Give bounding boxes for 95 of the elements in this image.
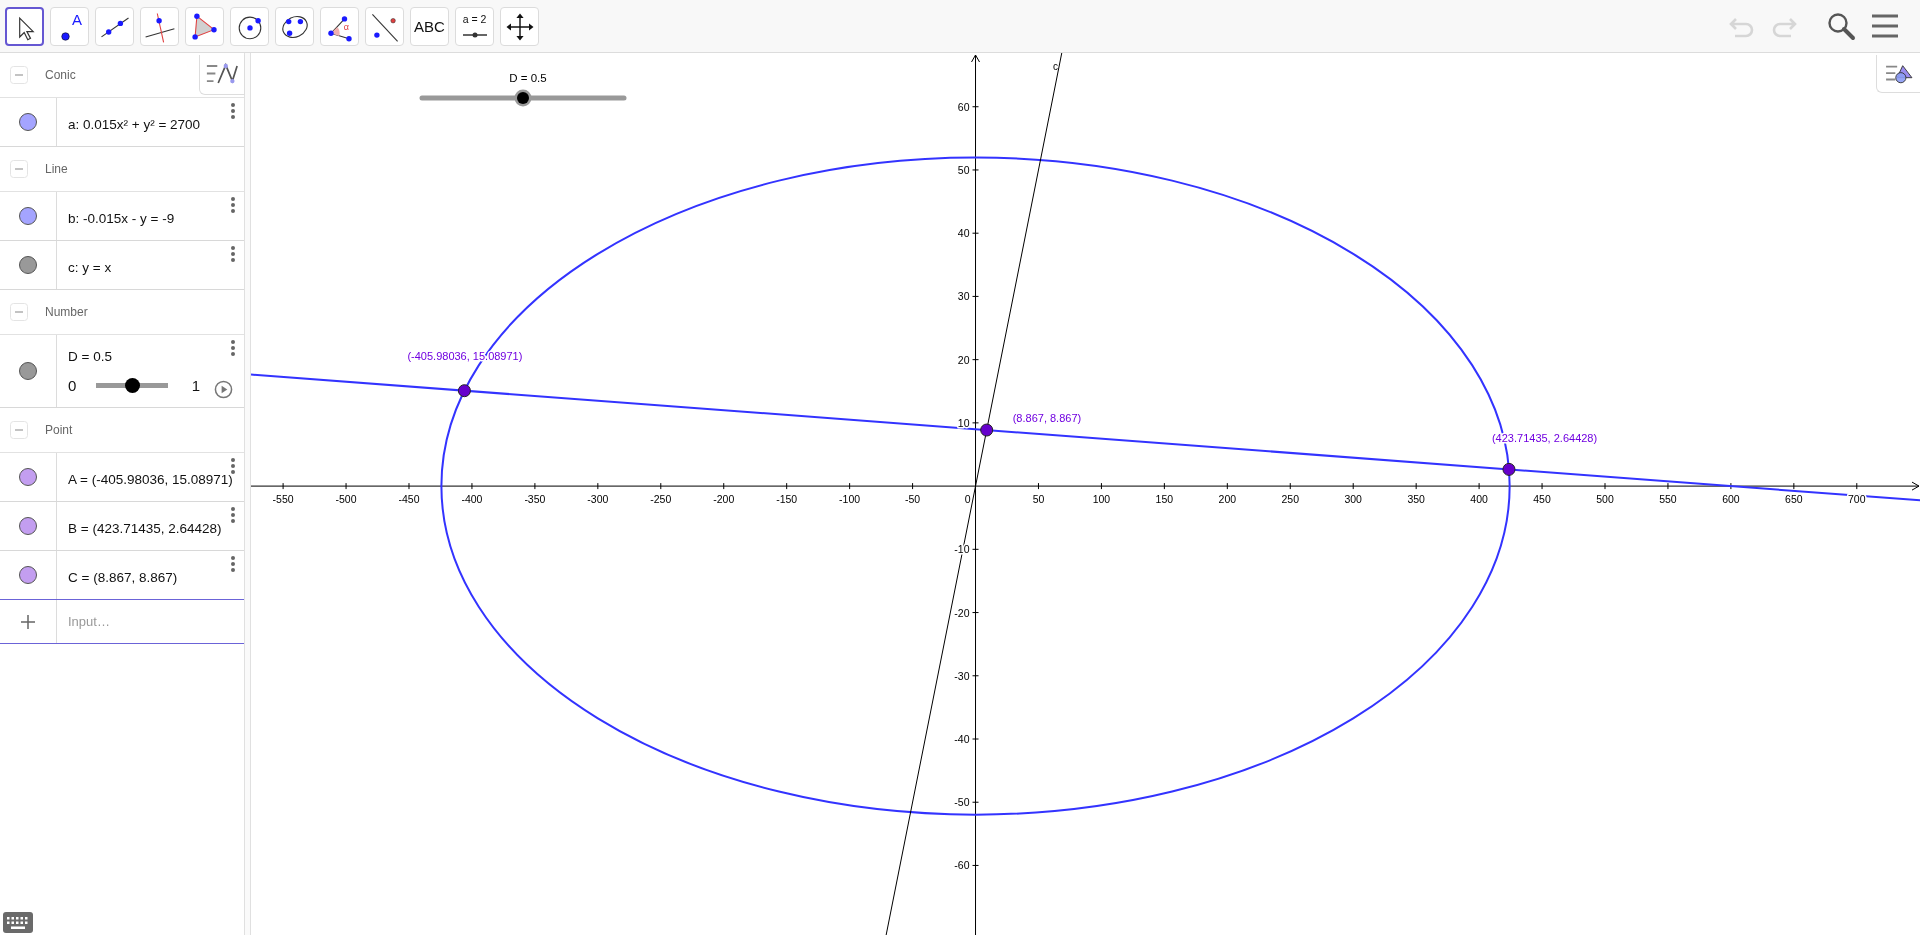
input-field[interactable]: Input… xyxy=(57,600,244,643)
visibility-dot[interactable] xyxy=(19,566,37,584)
tick-label: 700 xyxy=(1848,493,1866,506)
tick-label: 10 xyxy=(957,416,970,429)
formula-text[interactable]: b: -0.015x - y = -9 xyxy=(68,210,244,226)
slider-max: 1 xyxy=(190,377,200,394)
more-icon[interactable] xyxy=(230,555,236,573)
visibility-dot[interactable] xyxy=(19,362,37,380)
formula-text[interactable]: D = 0.5 xyxy=(68,349,244,364)
tick-label: -150 xyxy=(776,493,798,506)
tick-label: -40 xyxy=(954,733,970,745)
tick-label: 250 xyxy=(1281,493,1300,506)
tick-label: 150 xyxy=(1155,493,1174,506)
more-icon[interactable] xyxy=(230,339,236,357)
pan-tool-button[interactable] xyxy=(500,6,539,46)
graphics-style-button[interactable] xyxy=(1876,55,1920,93)
tick-label: 50 xyxy=(1032,493,1045,506)
formula-text[interactable]: a: 0.015x² + y² = 2700 xyxy=(68,116,244,132)
visibility-dot[interactable] xyxy=(19,207,37,225)
slider-thumb[interactable] xyxy=(514,89,532,107)
more-icon[interactable] xyxy=(230,506,236,524)
tick-label: -60 xyxy=(954,859,970,872)
tick-label: 30 xyxy=(957,290,970,303)
slider-label: D = 0.5 xyxy=(509,72,547,84)
slider-thumb[interactable] xyxy=(124,378,140,393)
tick-label: -30 xyxy=(954,669,970,682)
tick-label: -450 xyxy=(398,493,420,506)
conic-tool-button[interactable] xyxy=(275,6,314,46)
category-title: Line xyxy=(45,162,68,176)
polygon-tool-button[interactable] xyxy=(185,6,224,46)
line-tool-button[interactable] xyxy=(95,6,134,46)
more-icon[interactable] xyxy=(230,196,236,214)
tick-label: -200 xyxy=(713,493,735,506)
text-tool-button[interactable]: ABC xyxy=(410,6,449,46)
tick-label: 200 xyxy=(1218,493,1237,506)
slider-tool-button[interactable]: a = 2 xyxy=(455,6,494,46)
plus-icon[interactable] xyxy=(20,613,36,630)
graph-lines-icon xyxy=(205,62,239,87)
formula-text[interactable]: B = (423.71435, 2.64428) xyxy=(68,520,244,536)
tick-label: 50 xyxy=(957,163,970,176)
play-icon[interactable] xyxy=(214,380,233,399)
tick-label: 650 xyxy=(1785,493,1803,506)
formula-text[interactable]: A = (-405.98036, 15.08971) xyxy=(68,471,244,487)
tick-label: 60 xyxy=(957,100,970,113)
tick-label: -100 xyxy=(839,493,861,506)
category-title: Point xyxy=(45,423,73,437)
more-icon[interactable] xyxy=(230,457,236,475)
algebra-style-button[interactable] xyxy=(199,55,245,95)
tick-label: -300 xyxy=(587,493,609,506)
tick-label: -250 xyxy=(650,493,672,506)
intersection-point[interactable] xyxy=(980,423,994,437)
visibility-dot[interactable] xyxy=(19,256,37,274)
tick-label: -500 xyxy=(335,493,357,506)
formula-text[interactable]: c: y = x xyxy=(68,259,244,275)
line-label: c xyxy=(1053,60,1058,72)
tick-label: 0 xyxy=(964,493,971,506)
visibility-dot[interactable] xyxy=(19,517,37,535)
visibility-dot[interactable] xyxy=(19,468,37,486)
tick-label: -550 xyxy=(272,493,294,506)
tick-label: 300 xyxy=(1344,493,1362,506)
more-icon[interactable] xyxy=(230,245,236,263)
tick-label: -50 xyxy=(954,796,970,809)
category-title: Conic xyxy=(45,68,76,82)
tick-label: 20 xyxy=(957,353,970,366)
slider-track[interactable] xyxy=(419,95,627,101)
tick-label: 550 xyxy=(1659,493,1677,506)
slider-min: 0 xyxy=(68,377,78,394)
category-title: Number xyxy=(45,305,88,319)
slider-icon xyxy=(462,31,488,38)
tick-label: 40 xyxy=(957,227,970,240)
perpendicular-tool-button[interactable] xyxy=(140,6,179,46)
point-label: (8.867, 8.867) xyxy=(1012,412,1082,425)
circle-tool-button[interactable] xyxy=(230,6,269,46)
point-tool-button[interactable]: A xyxy=(50,6,89,46)
tick-label: -50 xyxy=(905,493,921,506)
angle-tool-button[interactable]: α xyxy=(320,6,359,46)
formula-text[interactable]: C = (8.867, 8.867) xyxy=(68,569,244,585)
keyboard-icon[interactable] xyxy=(3,912,33,933)
tick-label: 500 xyxy=(1596,493,1614,506)
point-icon xyxy=(61,31,70,41)
tick-label: -400 xyxy=(461,493,483,506)
tick-label: 400 xyxy=(1470,493,1488,506)
reflect-tool-button[interactable] xyxy=(365,6,404,46)
visibility-dot[interactable] xyxy=(19,113,37,131)
intersection-point[interactable] xyxy=(1502,462,1516,476)
tick-label: -350 xyxy=(524,493,546,506)
tick-label: 100 xyxy=(1092,493,1111,506)
tick-label: -20 xyxy=(954,606,970,619)
search-icon[interactable] xyxy=(1826,11,1856,41)
more-icon[interactable] xyxy=(230,102,236,120)
move-tool-button[interactable] xyxy=(5,6,44,46)
tick-label: 600 xyxy=(1722,493,1740,506)
intersection-point[interactable] xyxy=(457,384,471,398)
tick-label: 450 xyxy=(1533,493,1551,506)
tick-label: 350 xyxy=(1407,493,1425,506)
